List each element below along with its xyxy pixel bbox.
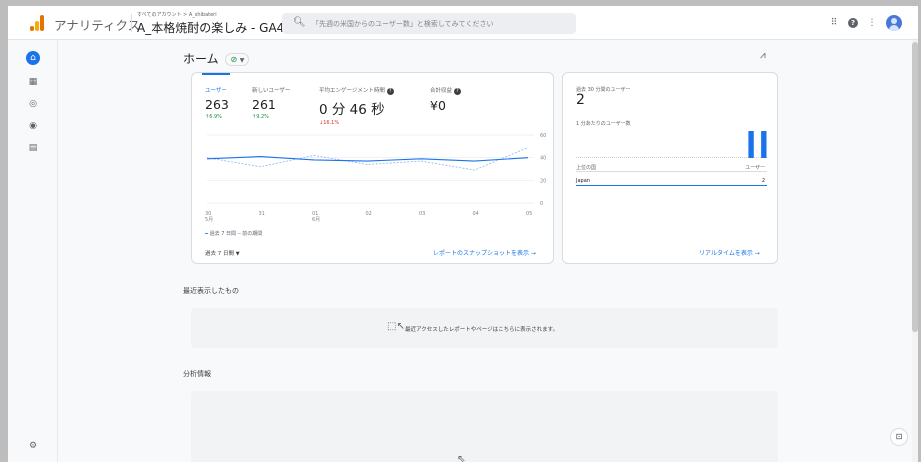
explore-icon[interactable]: ◎ [26, 97, 40, 111]
current-period-line [206, 155, 529, 162]
left-nav-rail: ⌂ ▦ ◎ ◉ ▤ ⚙ [8, 40, 58, 462]
x-tick-label: 02 [366, 211, 372, 217]
x-tick-label: 6月 [312, 217, 320, 223]
realtime-users-value: 2 [576, 92, 585, 108]
snapshot-link[interactable]: レポートのスナップショットを表示 → [433, 248, 536, 257]
mouse-pointer-icon: ⇖ [457, 454, 466, 462]
legend-previous-label: 前の期間 [242, 231, 263, 237]
status-check-icon: ⊘ [230, 55, 238, 64]
x-tick-label: 05 [526, 211, 532, 217]
legend-current-swatch: ━ [205, 231, 209, 237]
legend-previous-swatch: ╍ [237, 231, 241, 237]
status-chip[interactable]: ⊘ ▼ [225, 53, 250, 66]
account-avatar[interactable] [886, 15, 902, 31]
search-bar[interactable]: 🔍︎ 「先週の米国からのユーザー数」と検索してみてください [282, 13, 576, 34]
previous-period-line [206, 147, 529, 171]
top-bar: アナリティクス すべてのアカウント > A_shibateri A_本格焼酎の楽… [8, 6, 918, 40]
insights-section-title: 分析情報 [183, 370, 211, 378]
y-tick-label: 20 [540, 178, 546, 184]
help-icon[interactable]: ? [848, 18, 858, 28]
per-minute-label: 1 分あたりのユーザー数 [576, 121, 631, 127]
x-tick-label: 03 [419, 211, 425, 217]
apps-grid-icon[interactable]: ⠿ [829, 18, 839, 28]
configure-icon[interactable]: ▤ [26, 141, 40, 155]
minute-bar[interactable] [748, 131, 754, 158]
table-divider [576, 171, 767, 172]
search-icon: 🔍︎ [293, 17, 306, 28]
y-tick-label: 40 [540, 156, 546, 162]
chevron-down-icon: ▼ [235, 251, 240, 257]
page-title-text: ホーム [183, 52, 219, 66]
realtime-link[interactable]: リアルタイムを表示 → [699, 248, 760, 257]
feedback-icon[interactable]: ⊡ [890, 428, 908, 446]
analytics-logo[interactable] [30, 15, 46, 31]
property-name: A_本格焼酎の楽しみ - GA4 [137, 21, 285, 35]
reports-icon[interactable]: ▦ [26, 75, 40, 89]
header-divider [131, 14, 132, 32]
x-tick-label: 31 [259, 211, 265, 217]
realtime-card: 過去 30 分間のユーザー 2 1 分あたりのユーザー数 上位の国 ユーザー J… [562, 72, 778, 264]
app-name: アナリティクス [54, 18, 141, 33]
y-tick-label: 60 [540, 133, 546, 139]
account-breadcrumb[interactable]: すべてのアカウント > A_shibateri [137, 11, 217, 18]
x-tick-label: 04 [473, 211, 479, 217]
row-underline [576, 185, 767, 186]
recent-section-title: 最近表示したもの [183, 287, 239, 295]
y-tick-label: 0 [540, 201, 543, 207]
x-tick-label: 5月 [205, 217, 213, 223]
recent-empty-state: ⬚↖ 最近アクセスしたレポートやページはこちらに表示されます。 [191, 308, 778, 348]
more-vert-icon[interactable]: ⋮ [867, 18, 877, 28]
recent-empty-message: 最近アクセスしたレポートやページはこちらに表示されます。 [405, 327, 559, 333]
advertising-icon[interactable]: ◉ [26, 119, 40, 133]
insights-sparkle-icon[interactable]: ⩘ [760, 50, 766, 61]
minute-bar[interactable] [761, 131, 767, 158]
date-range-selector[interactable]: 過去 7 日間 ▼ [205, 249, 240, 257]
cursor-click-icon: ⬚↖ [387, 321, 405, 332]
property-selector[interactable]: A_本格焼酎の楽しみ - GA4▼ [137, 19, 292, 36]
per-minute-bar-chart [576, 131, 767, 158]
table-header-users: ユーザー [745, 165, 765, 171]
table-header-country: 上位の国 [576, 165, 597, 171]
overview-card: ユーザー 263 ↑6.9% 新しいユーザー 261 ↑9.2% 平均エンゲージ… [191, 72, 554, 264]
insights-panel [191, 391, 778, 462]
row-country: Japan [576, 178, 590, 184]
row-users: 2 [761, 178, 765, 184]
date-range-value: 過去 7 日間 [205, 251, 234, 257]
scrollbar-thumb[interactable] [912, 42, 918, 332]
header-actions: ⠿ ? ⋮ [829, 13, 902, 33]
search-placeholder: 「先週の米国からのユーザー数」と検索してみてください [312, 20, 494, 28]
analytics-window: アナリティクス すべてのアカウント > A_shibateri A_本格焼酎の楽… [8, 6, 918, 462]
chart-legend: ━ 過去 7 日間 ╍ 前の期間 [205, 230, 262, 237]
admin-gear-icon[interactable]: ⚙ [26, 439, 40, 453]
page-title: ホーム ⊘ ▼ [183, 50, 250, 67]
legend-current-label: 過去 7 日間 [209, 231, 236, 237]
chevron-down-icon: ▼ [239, 57, 245, 64]
home-icon[interactable]: ⌂ [26, 51, 40, 65]
